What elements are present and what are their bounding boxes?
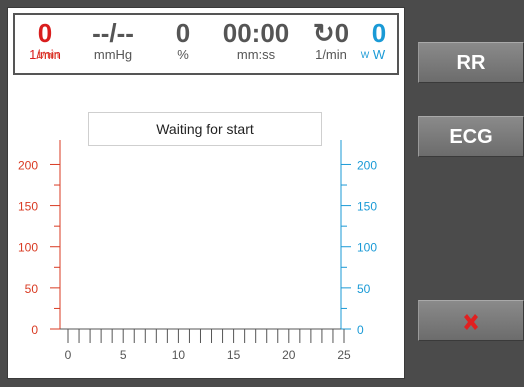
rr-button[interactable]: RR <box>418 42 524 83</box>
rr-button-label: RR <box>456 52 486 74</box>
right-tick-label: 100 <box>357 241 377 255</box>
right-tick-label: 50 <box>357 282 371 296</box>
right-axis-unit-label: W <box>361 50 370 60</box>
right-tick-label: 200 <box>357 158 377 172</box>
x-tick-label: 0 <box>65 348 72 362</box>
left-axis-unit-label: 1/min <box>37 50 59 60</box>
left-tick-label: 100 <box>18 241 38 255</box>
close-button[interactable] <box>418 300 524 341</box>
status-box: Waiting for start <box>88 112 322 146</box>
x-tick-label: 25 <box>337 348 351 362</box>
x-tick-label: 5 <box>120 348 127 362</box>
left-tick-label: 200 <box>18 158 38 172</box>
left-tick-label: 50 <box>25 282 39 296</box>
ecg-button[interactable]: ECG <box>418 116 524 157</box>
x-tick-label: 10 <box>172 348 186 362</box>
left-tick-label: 0 <box>31 323 38 337</box>
main-panel: 0 1/min --/-- mmHg 0 % 00:00 mm:ss ↻0 1/… <box>7 7 405 379</box>
chart: 1/min W 0 50 100 150 200 0 50 100 150 200 0 5 10 15 20 25 <box>18 50 377 362</box>
status-text: Waiting for start <box>156 121 254 137</box>
right-tick-label: 150 <box>357 200 377 214</box>
app-window: 0 1/min --/-- mmHg 0 % 00:00 mm:ss ↻0 1/… <box>0 0 524 387</box>
ecg-button-label: ECG <box>449 126 493 148</box>
x-tick-label: 20 <box>282 348 296 362</box>
right-tick-label: 0 <box>357 323 364 337</box>
left-tick-label: 150 <box>18 200 38 214</box>
x-tick-label: 15 <box>227 348 241 362</box>
close-x-icon <box>464 314 478 330</box>
